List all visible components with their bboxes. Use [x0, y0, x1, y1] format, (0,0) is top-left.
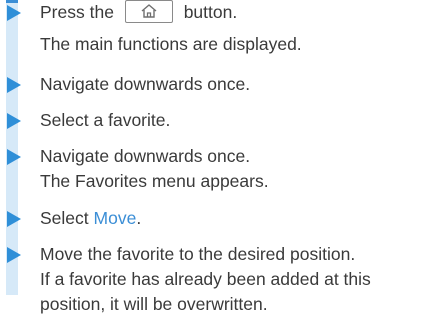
step-5-text-b: .: [136, 208, 142, 228]
step-5-text-a: Select: [40, 208, 89, 228]
step-6-line-2: If a favorite has already been added at …: [40, 269, 371, 289]
move-option-label: Move: [93, 208, 137, 228]
arrow-icon: [7, 211, 21, 227]
step-6-line-3: position, it will be overwritten.: [40, 294, 268, 314]
step-1-text-a: Press the: [40, 2, 114, 22]
step-4-line-1: Navigate downwards once.: [40, 146, 251, 166]
arrow-icon: [7, 5, 21, 21]
home-button: [124, 0, 173, 23]
step-5-line-1: Select Move.: [40, 207, 141, 229]
step-2-line-1: Navigate downwards once.: [40, 74, 251, 94]
step-1-result: The main functions are displayed.: [40, 34, 302, 54]
step-1-line-1: Press the button.: [40, 0, 238, 25]
step-3-line-1: Select a favorite.: [40, 110, 171, 130]
step-6-line-1: Move the favorite to the desired positio…: [40, 244, 356, 264]
arrow-icon: [7, 247, 21, 263]
home-icon: [141, 4, 157, 18]
arrow-icon: [7, 149, 21, 165]
step-4-result: The Favorites menu appears.: [40, 171, 269, 191]
heading-mark: [6, 0, 18, 3]
step-1-text-b: button.: [183, 2, 238, 22]
arrow-icon: [7, 77, 21, 93]
arrow-icon: [7, 113, 21, 129]
